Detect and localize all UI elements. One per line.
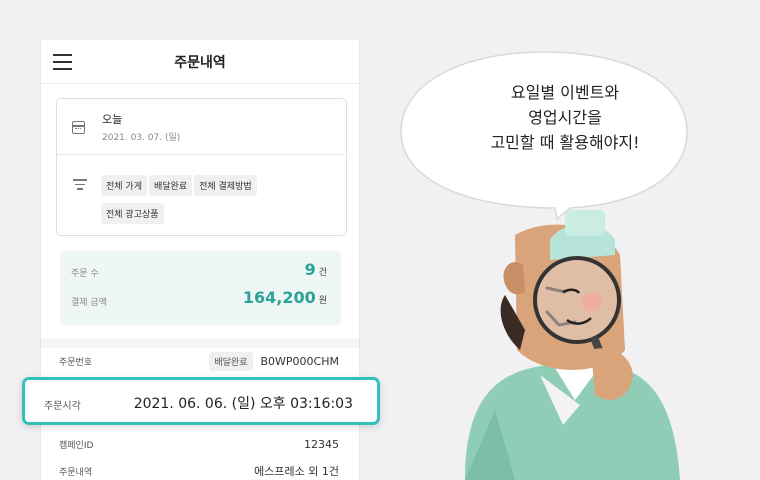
speech-line-1: 요일별 이벤트와: [510, 83, 620, 102]
filter-options: 전체 가게 배달완료 전체 결제방법전체 광고상품: [57, 155, 346, 235]
page-title: 주문내역: [174, 54, 226, 71]
payment-value: 164,200: [242, 288, 316, 307]
status-badge: 배달완료: [209, 351, 253, 371]
order-count: 9건: [305, 260, 327, 279]
speech-line-3: 고민할 때 활용해야지!: [490, 133, 640, 152]
payment-amount: 164,200 원: [243, 288, 327, 307]
filter-icon[interactable]: [73, 179, 87, 191]
date-filter-label: 오늘: [102, 113, 123, 126]
order-time-label: 주문시각: [44, 401, 81, 412]
order-time-value: 2021. 06. 06. (일) 오후 03:16:03: [133, 396, 353, 412]
date-filter[interactable]: 오늘 2021. 03. 07. (일): [57, 99, 346, 155]
speech-line-2: 영업시간을: [528, 108, 602, 127]
top-bar: 주문내역: [41, 40, 359, 84]
order-number-value: B0WP000CHM: [260, 354, 340, 368]
payment-unit: 원: [318, 296, 327, 306]
filter-chips: 전체 가게 배달완료 전체 결제방법전체 광고상품: [101, 174, 341, 230]
date-filter-value: 2021. 03. 07. (일): [102, 133, 181, 143]
campaign-label: 캠페인ID: [59, 440, 94, 451]
order-time-highlight: 주문시각 2021. 06. 06. (일) 오후 03:16:03: [22, 377, 380, 425]
chip-payment[interactable]: 전체 결제방법: [194, 175, 257, 196]
chip-status[interactable]: 배달완료: [148, 175, 193, 196]
order-count-unit: 건: [318, 268, 327, 278]
speech-text: 요일별 이벤트와 영업시간을 고민할 때 활용해야지!: [440, 80, 690, 155]
payment-label: 결제 금액: [71, 298, 107, 308]
order-detail-value: 에스프레소 외 1건: [254, 465, 339, 478]
order-detail-row[interactable]: 주문내역 에스프레소 외 1건: [59, 461, 339, 480]
chip-store[interactable]: 전체 가게: [101, 175, 147, 196]
chip-ad-product[interactable]: 전체 광고상품: [101, 203, 164, 224]
campaign-row: 캠페인ID 12345: [59, 434, 339, 454]
campaign-value: 12345: [304, 437, 339, 451]
filter-card: 오늘 2021. 03. 07. (일) 전체 가게 배달완료 전체 결제방법 전체 …: [56, 98, 347, 236]
hamburger-menu-icon[interactable]: [53, 54, 72, 70]
section-divider: [41, 339, 359, 348]
order-number-label: 주문번호: [59, 357, 93, 368]
calendar-icon: [72, 121, 85, 134]
order-detail-label: 주문내역: [59, 467, 93, 478]
order-count-value: 9: [304, 260, 316, 279]
order-summary: 주문 수 9건 결제 금액 164,200 원: [60, 251, 341, 325]
order-number-row: 주문번호 배달완료 B0WP000CHM: [59, 351, 339, 371]
order-count-label: 주문 수: [71, 269, 99, 279]
chef-character-illustration: [465, 210, 680, 480]
